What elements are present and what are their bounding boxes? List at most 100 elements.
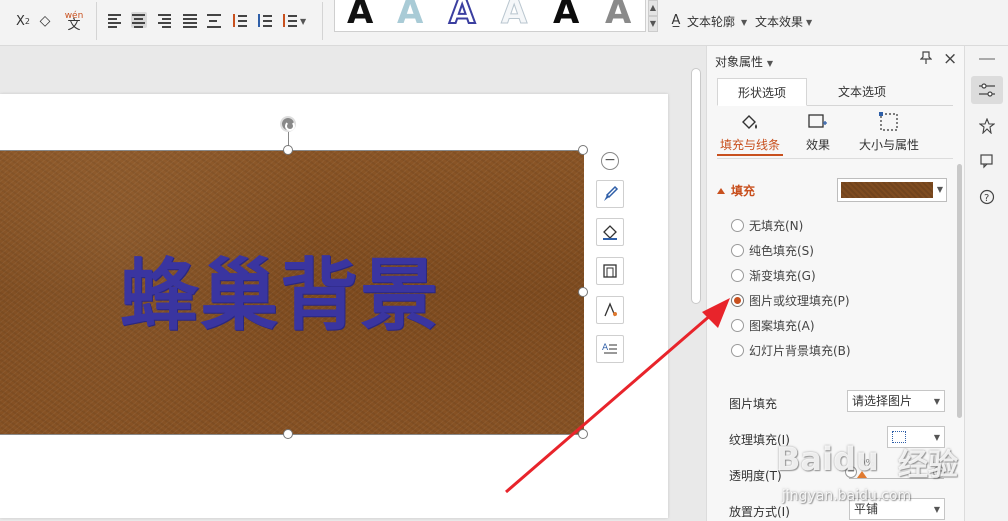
placement-value: 平铺: [854, 502, 879, 516]
chevron-down-icon: ▼: [936, 185, 943, 194]
panel-tabs: 形状选项 文本选项: [717, 78, 953, 106]
fill-option-gradient[interactable]: 渐变填充(G): [731, 266, 816, 284]
subtab-size-properties-label: 大小与属性: [858, 138, 919, 152]
right-sidebar: ?: [964, 46, 1008, 521]
text-effect-dropdown-icon[interactable]: ▼: [806, 18, 812, 27]
wordart-style-2[interactable]: A: [397, 0, 423, 32]
radio-gradient[interactable]: [731, 268, 744, 282]
subtab-fill-line[interactable]: 填充与线条: [717, 108, 783, 158]
fill-option-label: 无填充(N): [749, 218, 804, 233]
transparency-decrease[interactable]: −: [845, 466, 857, 478]
fill-section-label: 填充: [731, 184, 756, 198]
fill-line-icon: [739, 112, 761, 132]
text-outline-dropdown-icon[interactable]: ▼: [741, 18, 747, 27]
indent-dropdown-icon[interactable]: ▼: [300, 17, 306, 26]
shape-text[interactable]: 蜂巢背景: [0, 251, 584, 343]
texture-swatch: [841, 182, 933, 198]
wordart-style-3[interactable]: A: [448, 0, 476, 33]
panel-title-dropdown-icon[interactable]: ▼: [767, 59, 773, 68]
picture-fill-value: 请选择图片: [852, 394, 913, 408]
text-outline-icon[interactable]: A̲: [668, 12, 684, 28]
ribbon-separator: [96, 2, 97, 40]
align-justify-icon[interactable]: [182, 12, 198, 28]
subtab-effects[interactable]: 效果: [793, 108, 843, 158]
transparency-increase[interactable]: +: [933, 466, 945, 478]
subtab-active-indicator: [717, 154, 783, 156]
fill-option-solid[interactable]: 纯色填充(S): [731, 241, 814, 259]
panel-scrollbar[interactable]: [957, 164, 962, 418]
transparency-slider-track[interactable]: [849, 478, 944, 479]
fill-preview-dropdown[interactable]: ▼: [837, 178, 947, 202]
gallery-scroll-up[interactable]: ▲: [648, 0, 658, 16]
pinyin-guide-button[interactable]: wén 文: [60, 8, 88, 34]
frame-icon[interactable]: [596, 257, 624, 285]
paragraph-spacing-icon[interactable]: [257, 12, 273, 28]
transparency-slider-thumb[interactable]: [857, 471, 867, 478]
align-center-icon[interactable]: [131, 12, 147, 28]
text-outline-button[interactable]: 文本轮廓: [687, 13, 735, 30]
fill-option-label: 幻灯片背景填充(B): [749, 343, 851, 358]
panel-title[interactable]: 对象属性 ▼: [715, 53, 773, 70]
canvas-scrollbar-thumb[interactable]: [691, 68, 701, 304]
collapse-triangle-icon: [717, 188, 725, 194]
wordart-style-1[interactable]: A: [347, 0, 373, 32]
fill-option-picture-texture[interactable]: 图片或纹理填充(P): [731, 291, 850, 309]
pin-icon[interactable]: [919, 51, 934, 67]
panel-divider: [717, 158, 953, 159]
resize-handle-top-right[interactable]: [578, 145, 588, 155]
chevron-down-icon: ▼: [933, 505, 940, 514]
sidebar-grip: [979, 58, 995, 60]
close-icon[interactable]: ×: [943, 49, 957, 69]
properties-icon[interactable]: [971, 76, 1003, 104]
collapse-tools-button[interactable]: −: [601, 152, 619, 170]
annotation-arrow: [505, 298, 730, 494]
star-pin-icon[interactable]: [971, 112, 1003, 140]
texture-fill-select[interactable]: ▼: [887, 426, 945, 448]
fill-bucket-icon[interactable]: [596, 218, 624, 246]
comment-icon[interactable]: [971, 147, 1003, 175]
tab-shape-options[interactable]: 形状选项: [717, 78, 807, 106]
wordart-style-5[interactable]: A: [553, 0, 579, 32]
radio-none[interactable]: [731, 218, 744, 232]
indent-icon[interactable]: [282, 12, 298, 28]
brush-icon[interactable]: [596, 180, 624, 208]
panel-title-text: 对象属性: [715, 55, 764, 69]
pinyin-char-icon: 文: [67, 18, 81, 33]
transparency-value: 0%: [859, 458, 875, 469]
rotate-handle[interactable]: [280, 116, 296, 132]
gallery-more[interactable]: ▼: [648, 16, 658, 32]
chevron-down-icon: ▼: [933, 433, 940, 442]
align-right-icon[interactable]: [157, 12, 173, 28]
texture-grid-icon: [892, 431, 906, 443]
fill-option-slide-background[interactable]: 幻灯片背景填充(B): [731, 341, 851, 359]
wordart-gallery: A A A A A A: [334, 0, 646, 33]
fill-option-label: 图片或纹理填充(P): [749, 293, 850, 308]
wordart-style-6[interactable]: A: [605, 0, 631, 32]
eraser-icon[interactable]: ◇: [36, 12, 54, 30]
align-left-icon[interactable]: [107, 12, 123, 28]
distributed-icon[interactable]: [206, 12, 222, 28]
size-properties-icon: [878, 112, 900, 132]
resize-handle-top[interactable]: [283, 145, 293, 155]
subscript-button[interactable]: X2: [12, 12, 34, 30]
wordart-style-4[interactable]: A: [500, 0, 527, 33]
tab-text-options[interactable]: 文本选项: [817, 78, 907, 106]
fill-option-pattern[interactable]: 图案填充(A): [731, 316, 815, 334]
subtab-effects-label: 效果: [805, 138, 830, 152]
line-spacing-icon[interactable]: [232, 12, 248, 28]
effects-icon: [807, 112, 829, 132]
radio-solid[interactable]: [731, 243, 744, 257]
svg-text:?: ?: [984, 193, 989, 204]
fill-section-header[interactable]: 填充: [717, 182, 755, 199]
help-icon[interactable]: ?: [971, 183, 1003, 211]
fill-option-label: 图案填充(A): [749, 318, 815, 333]
textured-rectangle-shape[interactable]: 蜂巢背景: [0, 151, 584, 434]
resize-handle-bottom[interactable]: [283, 429, 293, 439]
chevron-down-icon: ▼: [933, 397, 940, 406]
text-effect-button[interactable]: 文本效果: [755, 13, 803, 30]
placement-select[interactable]: 平铺 ▼: [849, 498, 945, 520]
fill-option-label: 纯色填充(S): [749, 243, 814, 258]
picture-fill-select[interactable]: 请选择图片 ▼: [847, 390, 945, 412]
subtab-size-properties[interactable]: 大小与属性: [853, 108, 925, 158]
fill-option-none[interactable]: 无填充(N): [731, 216, 803, 234]
